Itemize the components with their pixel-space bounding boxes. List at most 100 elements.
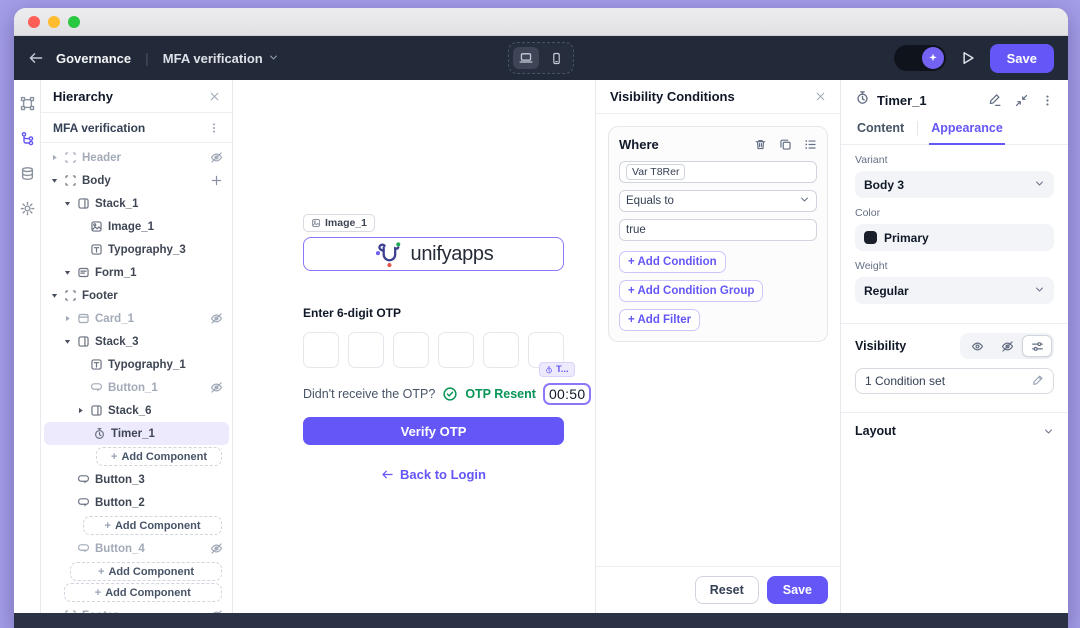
- verify-otp-button[interactable]: Verify OTP: [303, 417, 564, 445]
- variant-select[interactable]: Body 3: [855, 171, 1054, 198]
- value-field[interactable]: [619, 219, 817, 241]
- close-icon[interactable]: [209, 91, 220, 102]
- weight-select[interactable]: Regular: [855, 277, 1054, 304]
- conditional-option[interactable]: [1022, 335, 1052, 357]
- image-selection-chip[interactable]: Image_1: [303, 214, 375, 232]
- caret-icon[interactable]: [63, 337, 72, 346]
- reset-button[interactable]: Reset: [695, 576, 759, 604]
- save-button[interactable]: Save: [990, 44, 1054, 73]
- tree-item-button_4[interactable]: Button_4: [41, 537, 232, 560]
- add-component-button[interactable]: +Add Component: [96, 447, 222, 466]
- tree-item-stack_6[interactable]: Stack_6: [41, 399, 232, 422]
- plus-icon[interactable]: [210, 174, 223, 187]
- add-condition-button[interactable]: + Add Condition: [619, 251, 726, 273]
- plus-icon: +: [111, 451, 117, 463]
- tree-item-body[interactable]: Body: [41, 169, 232, 192]
- tree-item-button_1[interactable]: Button_1: [41, 376, 232, 399]
- chevron-down-icon: [1043, 426, 1054, 437]
- collapse-icon[interactable]: [1015, 94, 1028, 107]
- page-switcher[interactable]: MFA verification: [163, 51, 279, 66]
- timer-component[interactable]: T... 00:50: [543, 383, 592, 405]
- hierarchy-page-row[interactable]: MFA verification: [41, 113, 232, 143]
- logo-image[interactable]: unifyapps: [303, 237, 564, 271]
- add-component-button[interactable]: +Add Component: [70, 562, 222, 581]
- tree-item-header[interactable]: Header: [41, 146, 232, 169]
- tree-item-typography_3[interactable]: Typography_3: [41, 238, 232, 261]
- resend-row: Didn't receive the OTP? OTP Resent T... …: [303, 383, 564, 405]
- desktop-preview-button[interactable]: [513, 47, 539, 69]
- add-condition-group-button[interactable]: + Add Condition Group: [619, 280, 763, 302]
- add-component-button[interactable]: +Add Component: [83, 516, 222, 535]
- back-arrow-icon[interactable]: [28, 50, 44, 66]
- kebab-menu-icon[interactable]: [208, 122, 220, 134]
- condition-set-field[interactable]: 1 Condition set: [855, 368, 1054, 394]
- tree-item-button_2[interactable]: Button_2: [41, 491, 232, 514]
- copy-icon[interactable]: [779, 138, 792, 151]
- add-component-button[interactable]: +Add Component: [64, 583, 223, 602]
- timer-icon: [545, 366, 553, 374]
- tree-item-button_3[interactable]: Button_3: [41, 468, 232, 491]
- kebab-menu-icon[interactable]: [1041, 94, 1054, 107]
- zoom-window-button[interactable]: [68, 16, 80, 28]
- caret-icon[interactable]: [63, 268, 72, 277]
- tree-item-timer_1[interactable]: Timer_1: [44, 422, 229, 445]
- tab-content[interactable]: Content: [855, 116, 906, 144]
- caret-icon[interactable]: [50, 291, 59, 300]
- caret-icon[interactable]: [63, 199, 72, 208]
- plus-icon: +: [105, 520, 111, 532]
- ai-mode-toggle[interactable]: [894, 45, 946, 71]
- stack-icon: [77, 335, 90, 348]
- pencil-icon[interactable]: [1032, 374, 1044, 389]
- otp-digit-input[interactable]: [483, 332, 519, 368]
- database-icon[interactable]: [20, 166, 35, 181]
- condition-buttons: + Add Condition + Add Condition Group + …: [619, 251, 817, 331]
- tree-icon[interactable]: [20, 131, 35, 146]
- operator-select[interactable]: Equals to: [619, 190, 817, 212]
- otp-digit-input[interactable]: [303, 332, 339, 368]
- value-input[interactable]: [626, 224, 810, 236]
- tree-item-typography_1[interactable]: Typography_1: [41, 353, 232, 376]
- caret-icon[interactable]: [50, 176, 59, 185]
- tree-item-footer[interactable]: Footer: [41, 604, 232, 613]
- caret-icon[interactable]: [76, 406, 85, 415]
- inspector-component-name: Timer_1: [877, 93, 981, 108]
- list-icon[interactable]: [804, 138, 817, 151]
- layout-section-header[interactable]: Layout: [841, 413, 1068, 449]
- gear-icon[interactable]: [20, 201, 35, 216]
- trash-icon[interactable]: [754, 138, 767, 151]
- close-window-button[interactable]: [28, 16, 40, 28]
- mobile-preview-button[interactable]: [543, 47, 569, 69]
- close-icon[interactable]: [815, 91, 826, 102]
- eye-off-icon[interactable]: [210, 542, 223, 555]
- conditions-save-button[interactable]: Save: [767, 576, 828, 604]
- tree-item-card_1[interactable]: Card_1: [41, 307, 232, 330]
- tab-appearance[interactable]: Appearance: [929, 116, 1005, 145]
- visible-option[interactable]: [962, 335, 992, 357]
- back-to-login-link[interactable]: Back to Login: [303, 467, 564, 482]
- eye-off-icon[interactable]: [210, 312, 223, 325]
- timer-selection-chip[interactable]: T...: [539, 362, 575, 377]
- otp-digit-input[interactable]: [438, 332, 474, 368]
- artboard-icon[interactable]: [20, 96, 35, 111]
- timer-value: 00:50: [543, 383, 592, 405]
- variable-token[interactable]: Var T8Rer: [626, 164, 685, 180]
- minimize-window-button[interactable]: [48, 16, 60, 28]
- tree-item-form_1[interactable]: Form_1: [41, 261, 232, 284]
- condition-field-input[interactable]: Var T8Rer: [619, 161, 817, 183]
- add-filter-button[interactable]: + Add Filter: [619, 309, 700, 331]
- edit-icon[interactable]: [988, 93, 1002, 107]
- otp-digit-input[interactable]: [393, 332, 429, 368]
- eye-off-icon[interactable]: [210, 381, 223, 394]
- caret-icon[interactable]: [63, 314, 72, 323]
- tree-item-stack_3[interactable]: Stack_3: [41, 330, 232, 353]
- eye-off-icon[interactable]: [210, 151, 223, 164]
- preview-play-button[interactable]: [960, 50, 976, 66]
- tree-item-footer[interactable]: Footer: [41, 284, 232, 307]
- color-select[interactable]: Primary: [855, 224, 1054, 251]
- hidden-option[interactable]: [992, 335, 1022, 357]
- caret-icon[interactable]: [50, 153, 59, 162]
- tree-item-stack_1[interactable]: Stack_1: [41, 192, 232, 215]
- design-canvas[interactable]: Image_1 unifyapps Enter 6-digit OTP Didn…: [233, 80, 595, 613]
- tree-item-image_1[interactable]: Image_1: [41, 215, 232, 238]
- otp-digit-input[interactable]: [348, 332, 384, 368]
